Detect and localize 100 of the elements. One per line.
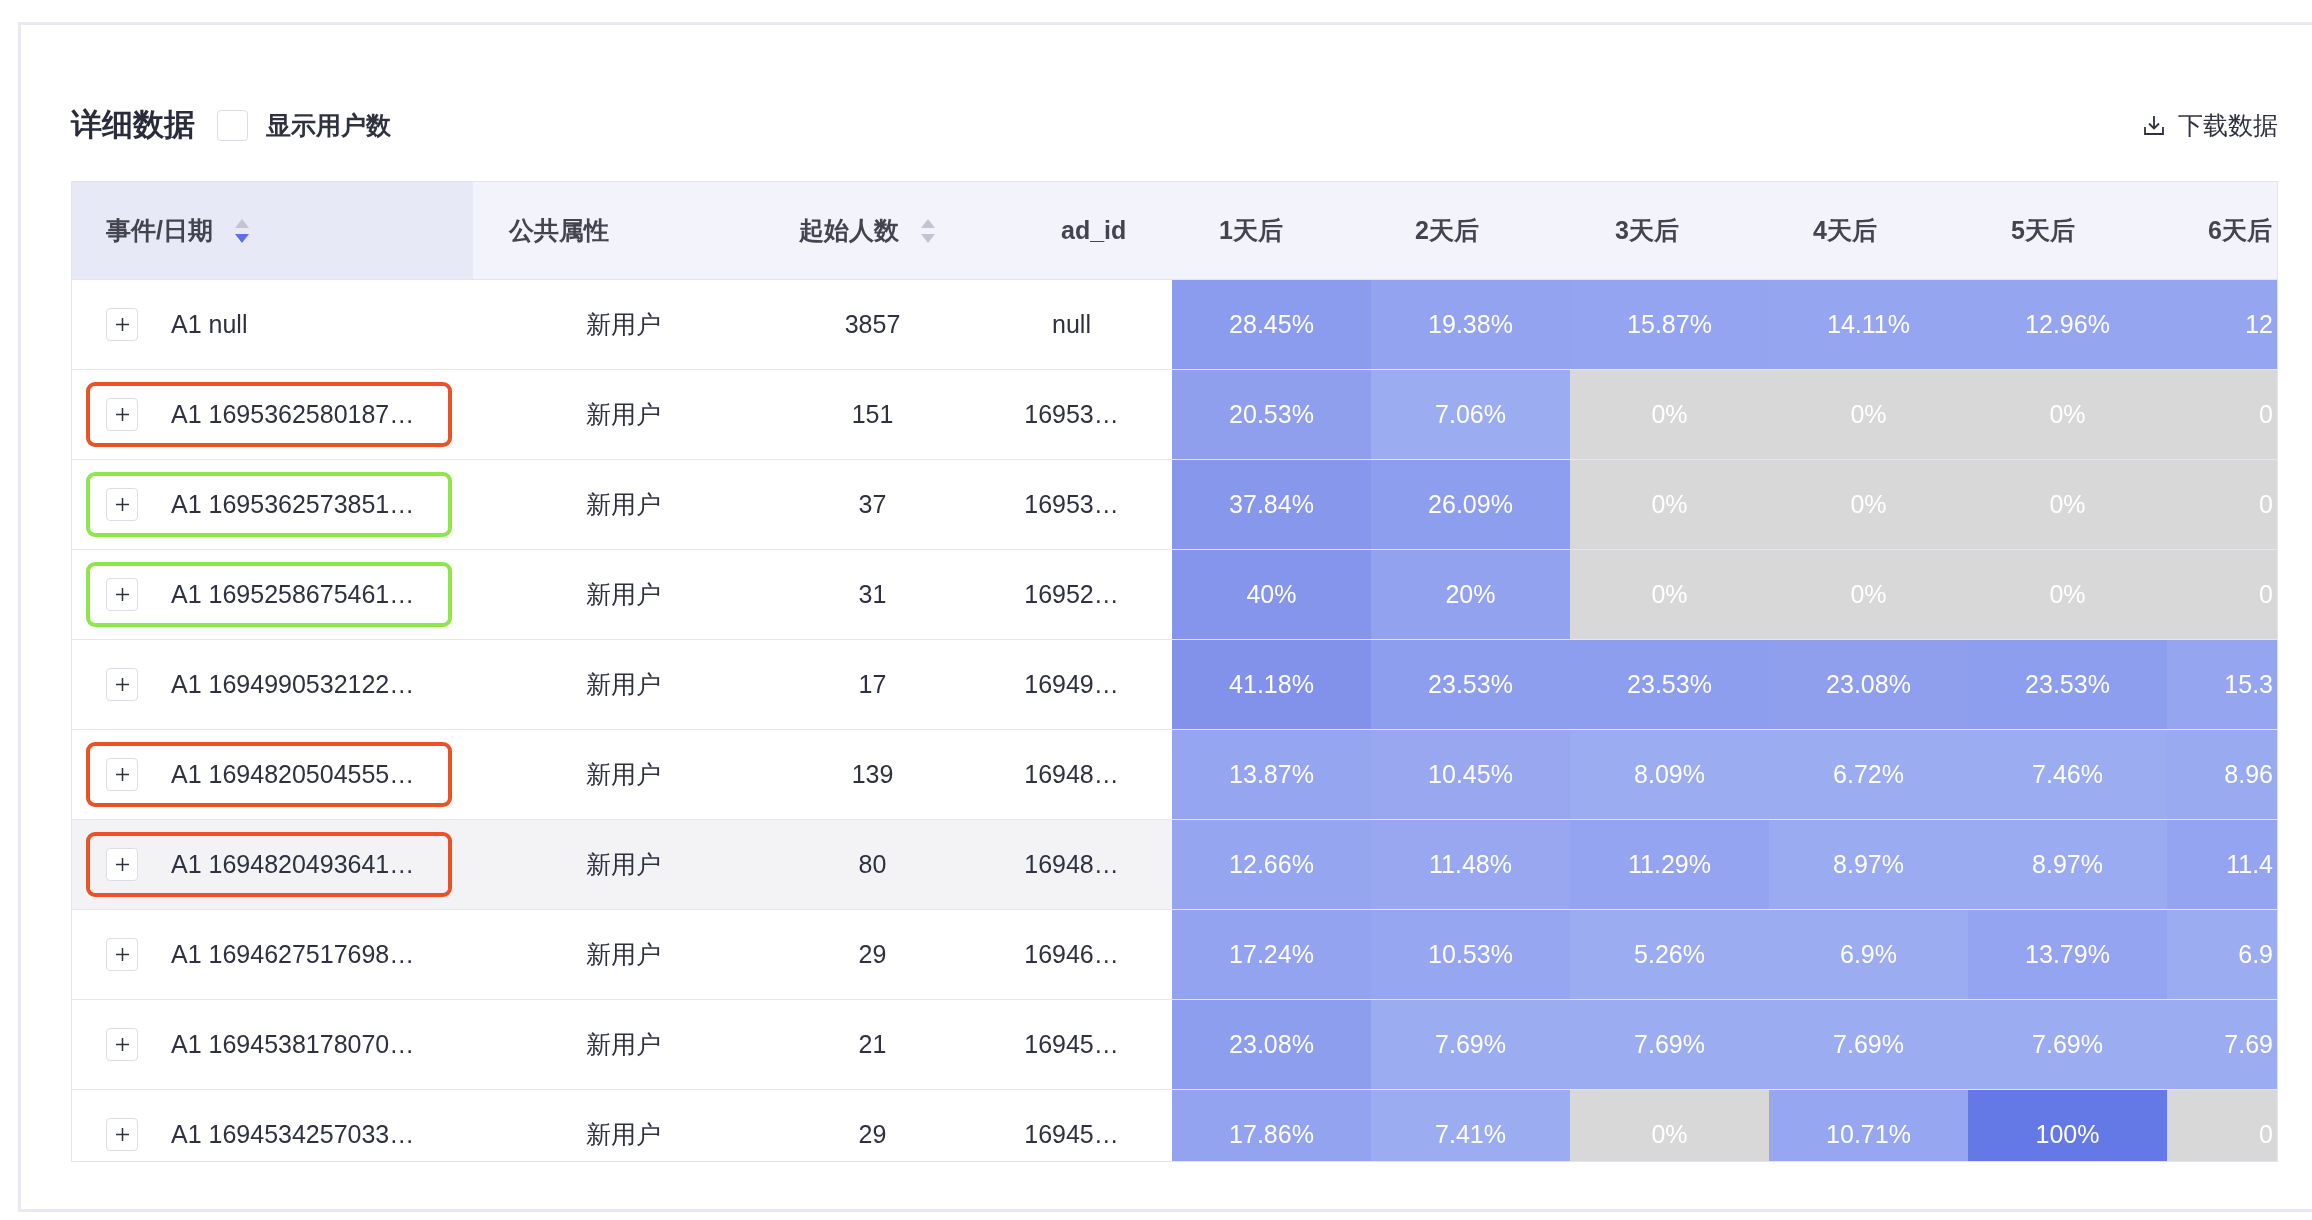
- section-title: 详细数据: [71, 106, 195, 144]
- heatmap-cell: 28.45%: [1172, 280, 1371, 369]
- table-cell-text: 139: [850, 759, 895, 790]
- event-name: A1 1694534257033…: [171, 1120, 415, 1149]
- column-header: 公共属性: [507, 215, 610, 246]
- heatmap-cell: 14.11%: [1769, 280, 1968, 369]
- plus-icon: [115, 768, 129, 781]
- table-cell-text: 29: [857, 1119, 888, 1150]
- column-header: 5天后: [2010, 215, 2076, 246]
- expand-button[interactable]: [106, 1028, 138, 1061]
- heatmap-cell: 23.53%: [1570, 640, 1769, 729]
- heatmap-cell: 17.86%: [1172, 1090, 1371, 1161]
- plus-icon: [115, 948, 129, 961]
- expand-button[interactable]: [106, 668, 138, 701]
- heatmap-cell: 10.45%: [1371, 730, 1570, 819]
- column-header[interactable]: 起始人数: [774, 182, 971, 279]
- expand-button[interactable]: [106, 398, 138, 431]
- heatmap-cell: 15.87%: [1570, 280, 1769, 369]
- table-cell-text: 新用户: [585, 939, 662, 970]
- heatmap-cell: 7.69%: [1968, 1000, 2167, 1089]
- plus-icon: [115, 318, 129, 331]
- column-header: 1天后: [1218, 215, 1284, 246]
- table-cell-text: 16949…: [1023, 669, 1120, 700]
- heatmap-cell: 12: [2167, 280, 2277, 369]
- table-cell-text: 16952…: [1023, 579, 1120, 610]
- expand-button[interactable]: [106, 1118, 138, 1151]
- heatmap-cell: 15.3: [2167, 640, 2277, 729]
- table-cell-text: 37: [857, 489, 888, 520]
- heatmap-cell: 8.09%: [1570, 730, 1769, 819]
- table-cell-text: 21: [857, 1029, 888, 1060]
- table-cell-text: 新用户: [585, 489, 662, 520]
- heatmap-cell: 19.38%: [1371, 280, 1570, 369]
- plus-icon: [115, 858, 129, 871]
- column-header: 2天后: [1414, 215, 1480, 246]
- event-name: A1 1694538178070…: [171, 1030, 415, 1059]
- plus-icon: [115, 1038, 129, 1051]
- heatmap-cell: 100%: [1968, 1090, 2167, 1161]
- checkbox-label[interactable]: 显示用户数: [266, 108, 391, 142]
- column-header: 3天后: [1614, 215, 1680, 246]
- plus-icon: [115, 678, 129, 691]
- table-cell-text: 新用户: [585, 759, 662, 790]
- heatmap-cell: 13.87%: [1172, 730, 1371, 819]
- download-icon: [2144, 115, 2164, 135]
- heatmap-cell: 7.69%: [1769, 1000, 1968, 1089]
- heatmap-cell: 26.09%: [1371, 460, 1570, 549]
- table-cell-text: 31: [857, 579, 888, 610]
- expand-button[interactable]: [106, 578, 138, 611]
- plus-icon: [115, 408, 129, 421]
- heatmap-cell: 23.08%: [1769, 640, 1968, 729]
- table-cell-text: 新用户: [585, 1029, 662, 1060]
- heatmap-cell: 7.69%: [1570, 1000, 1769, 1089]
- table-cell-text: 16953…: [1023, 489, 1120, 520]
- heatmap-cell: 7.06%: [1371, 370, 1570, 459]
- event-name: A1 null: [171, 310, 248, 339]
- column-header[interactable]: 事件/日期: [72, 182, 473, 279]
- heatmap-cell: 11.4: [2167, 820, 2277, 909]
- column-header: ad_id: [1060, 215, 1128, 246]
- event-name: A1 1694627517698…: [171, 940, 415, 969]
- checkbox[interactable]: [217, 109, 248, 141]
- column-header: 6天后: [2207, 215, 2273, 246]
- heatmap-cell: 7.41%: [1371, 1090, 1570, 1161]
- table-cell-text: null: [1051, 309, 1092, 340]
- heatmap-cell: 6.72%: [1769, 730, 1968, 819]
- event-name: A1 1695258675461…: [171, 580, 415, 609]
- heatmap-cell: 12.96%: [1968, 280, 2167, 369]
- expand-button[interactable]: [106, 758, 138, 791]
- heatmap-cell: 5.26%: [1570, 910, 1769, 999]
- table-cell-text: 29: [857, 939, 888, 970]
- table-cell-text: 3857: [843, 309, 902, 340]
- expand-button[interactable]: [106, 308, 138, 341]
- heatmap-cell: 7.69: [2167, 1000, 2277, 1089]
- heatmap-cell: 6.9: [2167, 910, 2277, 999]
- heatmap-cell: 8.96: [2167, 730, 2277, 819]
- heatmap-cell: 23.53%: [1371, 640, 1570, 729]
- heatmap-cell: 12.66%: [1172, 820, 1371, 909]
- table-cell-text: 新用户: [585, 579, 662, 610]
- expand-button[interactable]: [106, 938, 138, 971]
- table-cell-text: 151: [850, 399, 895, 430]
- heatmap-cell: 8.97%: [1968, 820, 2167, 909]
- heatmap-cell: 8.97%: [1769, 820, 1968, 909]
- heatmap-cell: 23.08%: [1172, 1000, 1371, 1089]
- event-name: A1 1694820493641…: [171, 850, 415, 879]
- plus-icon: [115, 588, 129, 601]
- heatmap-cell: 11.48%: [1371, 820, 1570, 909]
- sort-icon[interactable]: [234, 218, 249, 243]
- expand-button[interactable]: [106, 848, 138, 881]
- heatmap-cell: 17.24%: [1172, 910, 1371, 999]
- table-cell-text: 新用户: [585, 309, 662, 340]
- column-header: 4天后: [1812, 215, 1878, 246]
- heatmap-cell: 20%: [1371, 550, 1570, 639]
- table-cell-text: 新用户: [585, 1119, 662, 1150]
- table-cell-text: 16945…: [1023, 1029, 1120, 1060]
- table-cell-text: 新用户: [585, 669, 662, 700]
- download-button[interactable]: 下载数据: [2144, 108, 2278, 142]
- table-cell-text: 新用户: [585, 849, 662, 880]
- heatmap-cell: 11.29%: [1570, 820, 1769, 909]
- expand-button[interactable]: [106, 488, 138, 521]
- table-cell-text: 80: [857, 849, 888, 880]
- heatmap-cell: 41.18%: [1172, 640, 1371, 729]
- plus-icon: [115, 498, 129, 511]
